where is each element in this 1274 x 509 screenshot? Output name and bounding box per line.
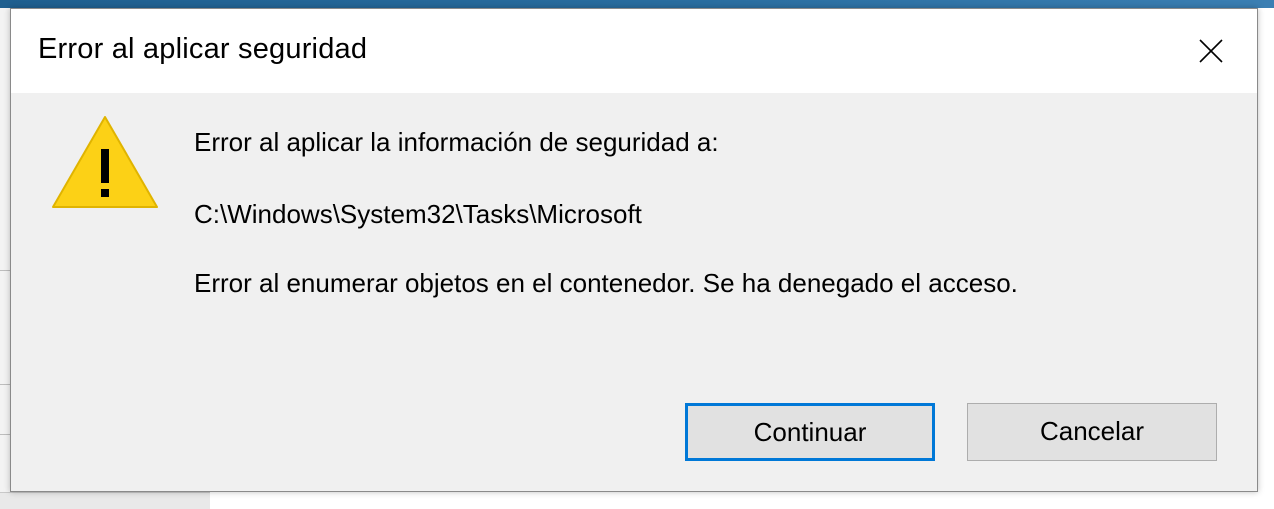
error-heading: Error al aplicar la información de segur… [194,127,719,157]
background-window-strip [0,0,1274,8]
dialog-title: Error al aplicar seguridad [38,33,368,65]
object-path: C:\Windows\System32\Tasks\Microsoft [194,199,642,229]
background-window-edge [0,8,10,508]
background-right-area [1258,8,1274,508]
background-panel [0,492,210,509]
close-button[interactable] [1179,23,1243,79]
continue-button[interactable]: Continuar [685,403,935,461]
error-detail: Error al enumerar objetos en el contened… [194,268,1018,298]
dialog-titlebar[interactable]: Error al aplicar seguridad [11,9,1257,93]
cancel-button[interactable]: Cancelar [967,403,1217,461]
warning-icon [52,116,158,208]
security-error-dialog: Error al aplicar seguridad Error al apli… [10,8,1258,492]
close-icon [1199,39,1223,63]
